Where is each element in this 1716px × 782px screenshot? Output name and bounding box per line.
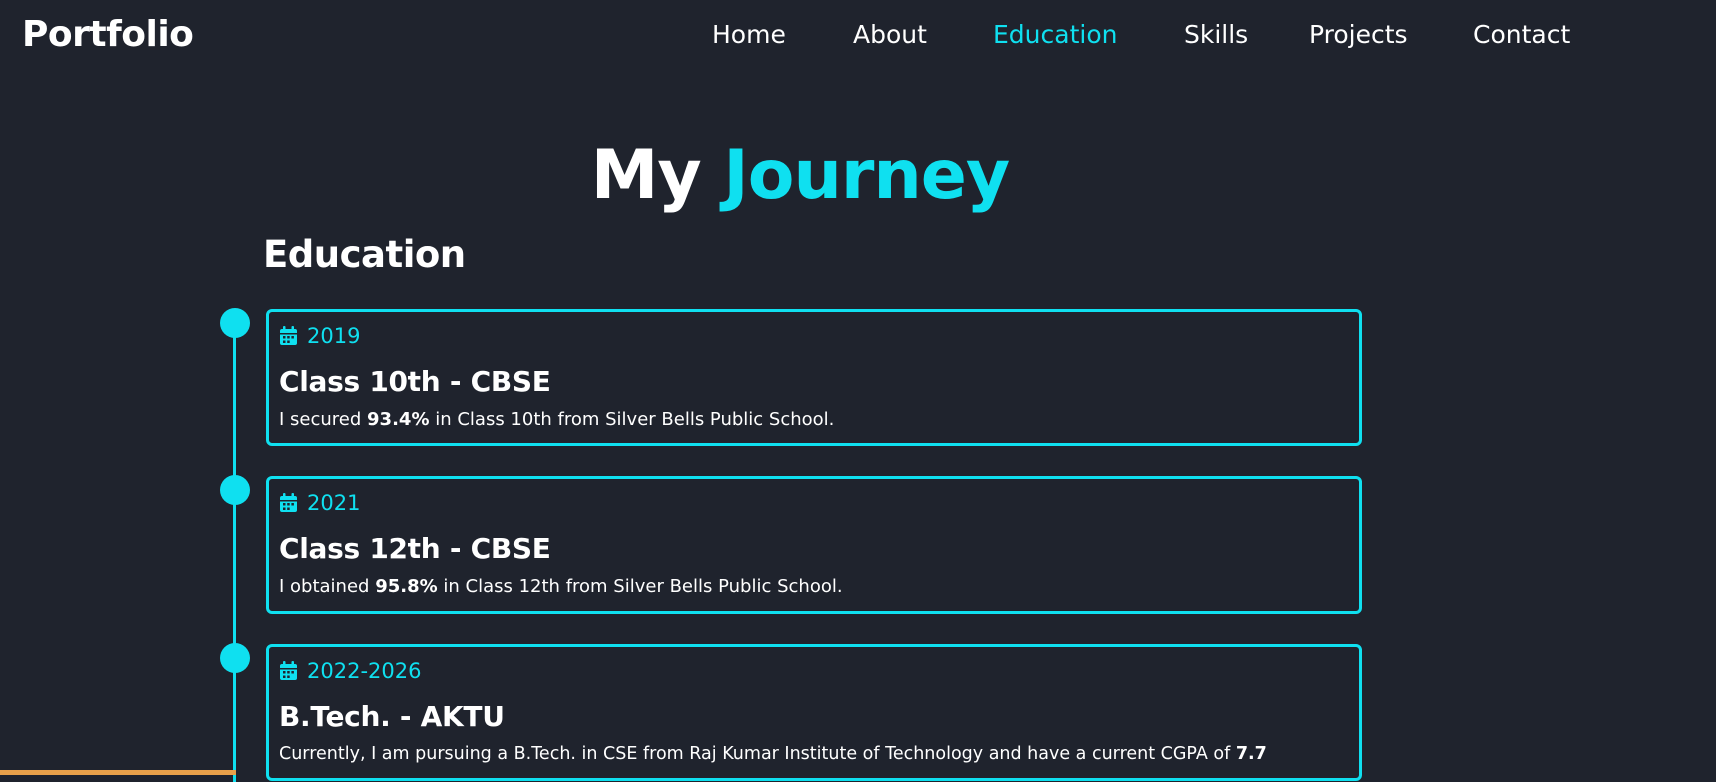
card-desc-pre: I secured [279, 409, 362, 430]
navbar: Portfolio Home About Education Skills Pr… [0, 0, 1716, 72]
nav-link-home[interactable]: Home [712, 20, 786, 49]
card-desc-post: in Class 12th from Silver Bells Public S… [443, 576, 843, 597]
timeline-dot [220, 308, 250, 338]
card-desc-value: 93.4% [367, 409, 430, 430]
nav-link-education[interactable]: Education [993, 20, 1117, 49]
card-date-text: 2021 [307, 491, 361, 515]
card-description: I obtained 95.8% in Class 12th from Silv… [279, 576, 843, 597]
nav-link-projects[interactable]: Projects [1309, 20, 1408, 49]
card-desc-pre: I obtained [279, 576, 370, 597]
timeline-card: 2021 Class 12th - CBSE I obtained 95.8% … [266, 476, 1362, 614]
card-description: Currently, I am pursuing a B.Tech. in CS… [279, 744, 1267, 764]
section-title: Education [263, 233, 466, 276]
timeline-dot [220, 643, 250, 673]
calendar-icon [280, 661, 297, 680]
card-desc-value: 7.7 [1235, 744, 1267, 764]
nav-links: Home About Education Skills Projects Con… [0, 20, 1716, 54]
page-title: My Journey [0, 136, 1600, 215]
calendar-icon [280, 326, 297, 345]
card-desc-pre: Currently, I am pursuing a B.Tech. in CS… [279, 744, 1231, 764]
card-date-text: 2019 [307, 324, 361, 348]
bottom-accent-bar [0, 770, 236, 775]
card-desc-value: 95.8% [375, 576, 438, 597]
nav-link-skills[interactable]: Skills [1184, 20, 1248, 49]
timeline-dot [220, 475, 250, 505]
card-title: Class 12th - CBSE [279, 532, 551, 565]
card-title: B.Tech. - AKTU [279, 700, 505, 733]
nav-link-contact[interactable]: Contact [1473, 20, 1570, 49]
timeline-card: 2022-2026 B.Tech. - AKTU Currently, I am… [266, 644, 1362, 781]
card-date: 2019 [279, 324, 360, 348]
page-title-plain: My [590, 136, 702, 215]
calendar-icon [280, 493, 297, 512]
nav-link-about[interactable]: About [853, 20, 927, 49]
card-date: 2021 [279, 491, 360, 515]
card-date: 2022-2026 [279, 659, 421, 683]
card-title: Class 10th - CBSE [279, 365, 551, 398]
card-date-text: 2022-2026 [307, 659, 422, 683]
page-title-accent: Journey [723, 136, 1010, 215]
timeline-line [233, 322, 236, 782]
card-description: I secured 93.4% in Class 10th from Silve… [279, 409, 834, 430]
timeline-card: 2019 Class 10th - CBSE I secured 93.4% i… [266, 309, 1362, 446]
card-desc-post: in Class 10th from Silver Bells Public S… [435, 409, 835, 430]
